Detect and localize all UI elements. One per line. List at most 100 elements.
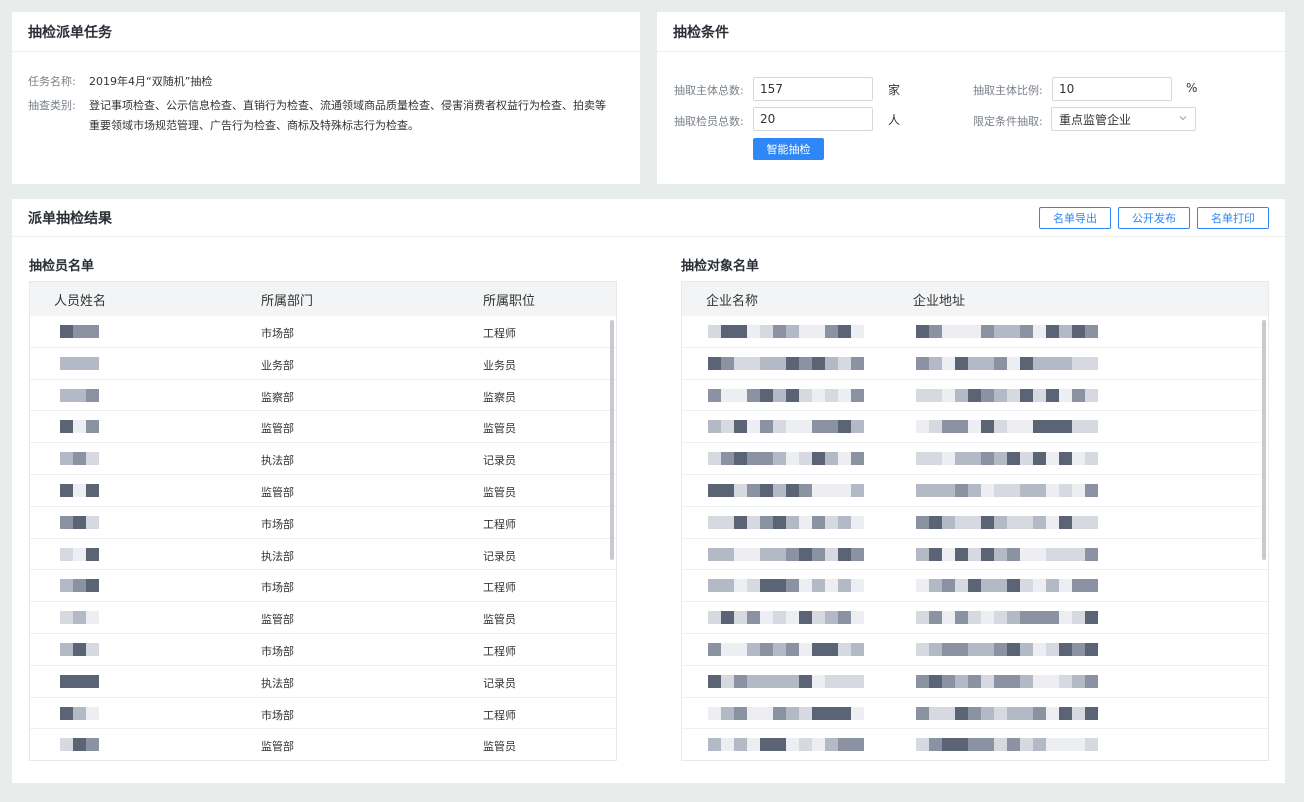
row-department: 业务部: [261, 358, 294, 372]
table-row[interactable]: [682, 570, 1268, 603]
table-row[interactable]: [682, 348, 1268, 380]
entity-ratio-label: 抽取主体比例:: [973, 84, 1043, 97]
smart-inspect-button[interactable]: 智能抽检: [753, 138, 824, 160]
redacted-text: [916, 452, 1098, 466]
row-department: 监管部: [261, 740, 294, 754]
row-position: 工程师: [483, 581, 516, 595]
redacted-text: [708, 483, 864, 497]
inspector-total-label: 抽取检员总数:: [674, 115, 744, 128]
inspectors-scrollbar[interactable]: [610, 320, 614, 560]
limit-select[interactable]: 重点监管企业: [1051, 107, 1196, 131]
redacted-text: [60, 420, 99, 434]
redacted-text: [708, 706, 864, 720]
results-panel: 派单抽检结果 名单导出 公开发布 名单打印 抽检员名单 抽检对象名单 人员姓名 …: [12, 199, 1285, 783]
redacted-text: [708, 325, 864, 338]
entity-ratio-input[interactable]: [1052, 77, 1172, 101]
row-department: 市场部: [261, 327, 294, 340]
table-row[interactable]: 执法部 记录员: [30, 443, 616, 475]
task-type-value: 登记事项检查、公示信息检查、直销行为检查、流通领域商品质量检查、侵害消费者权益行…: [89, 99, 606, 132]
conditions-panel: 抽检条件 抽取主体总数: 家 抽取主体比例: % 抽取检员总数: 人 限定条件抽…: [657, 12, 1285, 184]
row-position: 工程师: [483, 708, 516, 722]
table-row[interactable]: [682, 475, 1268, 507]
targets-table-header: 企业名称 企业地址: [682, 282, 1268, 316]
entity-unit: 家: [888, 83, 901, 97]
row-position: 监察员: [483, 390, 516, 404]
table-row[interactable]: 市场部 工程师: [30, 507, 616, 539]
table-row[interactable]: 执法部 记录员: [30, 539, 616, 571]
row-position: 工程师: [483, 644, 516, 658]
inspectors-table-header: 人员姓名 所属部门 所属职位: [30, 282, 616, 316]
col-person-name: 人员姓名: [54, 293, 107, 309]
redacted-text: [916, 325, 1098, 338]
targets-scrollbar[interactable]: [1262, 320, 1266, 560]
table-row[interactable]: 监管部 监管员: [30, 411, 616, 444]
row-position: 记录员: [483, 454, 516, 468]
table-row[interactable]: 执法部 记录员: [30, 666, 616, 698]
table-row[interactable]: [682, 602, 1268, 634]
targets-title: 抽检对象名单: [681, 259, 760, 274]
col-position: 所属职位: [483, 293, 536, 309]
redacted-text: [60, 325, 99, 338]
redacted-text: [60, 452, 99, 466]
row-department: 市场部: [261, 644, 294, 658]
redacted-text: [708, 642, 864, 656]
limit-select-value: 重点监管企业: [1059, 112, 1132, 127]
task-panel-title: 抽检派单任务: [12, 12, 640, 52]
redacted-text: [708, 579, 864, 593]
redacted-text: [916, 547, 1098, 561]
redacted-text: [916, 356, 1098, 370]
row-department: 监察部: [261, 390, 294, 404]
entity-total-input[interactable]: [753, 77, 873, 101]
row-position: 监管员: [483, 613, 516, 627]
table-row[interactable]: 监察部 监察员: [30, 380, 616, 412]
table-row[interactable]: [682, 666, 1268, 698]
task-name-value: 2019年4月“双随机”抽检: [89, 75, 213, 88]
row-position: 记录员: [483, 549, 516, 563]
redacted-text: [60, 579, 99, 593]
redacted-text: [708, 515, 864, 529]
table-row[interactable]: 市场部 工程师: [30, 634, 616, 666]
table-row[interactable]: [682, 316, 1268, 348]
table-row[interactable]: [682, 539, 1268, 571]
limit-label: 限定条件抽取:: [973, 115, 1043, 128]
table-row[interactable]: 监管部 监管员: [30, 729, 616, 760]
redacted-text: [916, 642, 1098, 656]
table-row[interactable]: [682, 507, 1268, 539]
table-row[interactable]: [682, 729, 1268, 760]
row-position: 工程师: [483, 517, 516, 531]
table-row[interactable]: 市场部 工程师: [30, 316, 616, 348]
redacted-text: [916, 706, 1098, 720]
table-row[interactable]: 市场部 工程师: [30, 570, 616, 603]
publish-button[interactable]: 公开发布: [1118, 207, 1190, 229]
table-row[interactable]: 监管部 监管员: [30, 475, 616, 507]
redacted-text: [708, 547, 864, 561]
row-department: 市场部: [261, 708, 294, 722]
redacted-text: [708, 356, 864, 370]
table-row[interactable]: 监管部 监管员: [30, 602, 616, 634]
inspectors-title: 抽检员名单: [29, 259, 95, 274]
row-position: 记录员: [483, 676, 516, 690]
export-list-button[interactable]: 名单导出: [1039, 207, 1111, 229]
redacted-text: [60, 483, 99, 497]
table-row[interactable]: [682, 443, 1268, 475]
table-row[interactable]: [682, 698, 1268, 730]
inspectors-table: 人员姓名 所属部门 所属职位 市场部 工程师 业务部 业务员 监察部 监察员 监管部 监管员执…: [29, 281, 617, 761]
targets-table: 企业名称 企业地址: [681, 281, 1269, 761]
redacted-text: [916, 483, 1098, 497]
redacted-text: [916, 388, 1098, 402]
redacted-text: [708, 452, 864, 466]
task-panel: 抽检派单任务 任务名称: 2019年4月“双随机”抽检 抽查类别: 登记事项检查…: [12, 12, 640, 184]
row-department: 监管部: [261, 613, 294, 627]
redacted-text: [916, 579, 1098, 593]
table-row[interactable]: [682, 380, 1268, 412]
row-position: 监管员: [483, 485, 516, 499]
table-row[interactable]: 业务部 业务员: [30, 348, 616, 380]
redacted-text: [708, 611, 864, 625]
print-list-button[interactable]: 名单打印: [1197, 207, 1269, 229]
redacted-text: [708, 674, 864, 688]
inspector-total-input[interactable]: [753, 107, 873, 131]
table-row[interactable]: [682, 634, 1268, 666]
table-row[interactable]: [682, 411, 1268, 444]
table-row[interactable]: 市场部 工程师: [30, 698, 616, 730]
row-department: 监管部: [261, 422, 294, 436]
